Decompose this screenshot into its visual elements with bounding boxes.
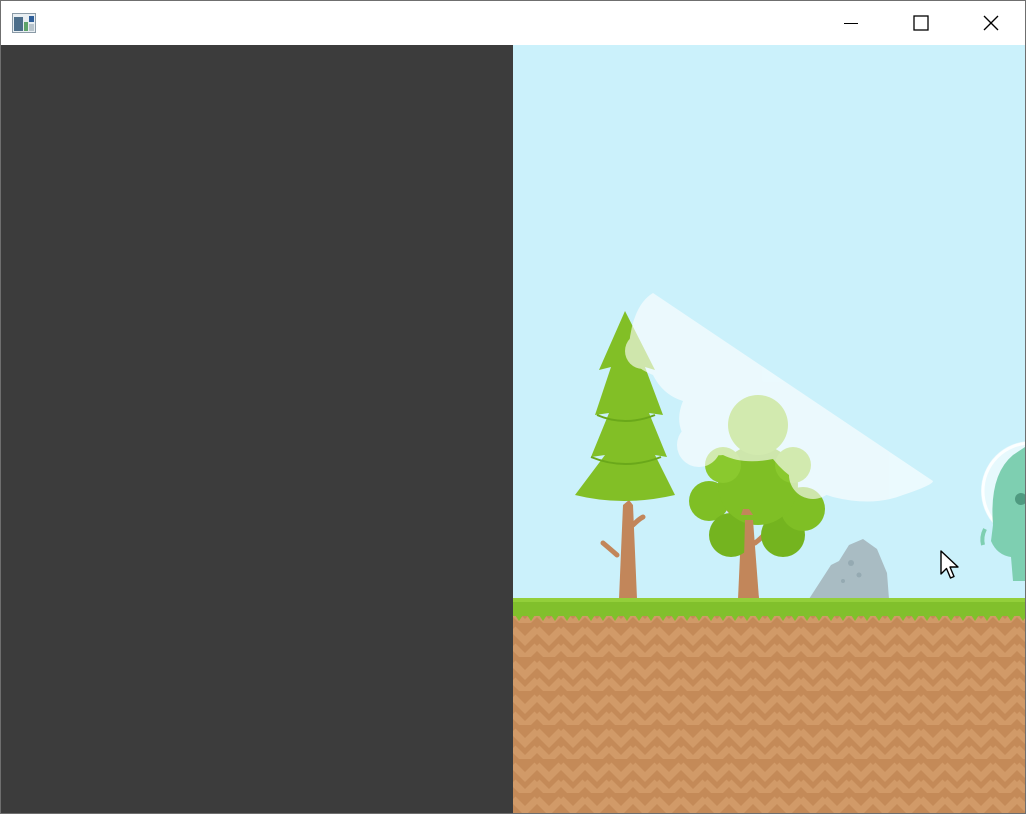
minimize-button[interactable] xyxy=(816,1,886,45)
app-icon xyxy=(12,13,36,33)
minimize-icon xyxy=(844,23,858,24)
arrow-cursor-icon xyxy=(940,550,959,579)
game-window xyxy=(0,0,1026,814)
game-viewport[interactable] xyxy=(513,45,1025,813)
left-pane xyxy=(1,45,513,813)
close-icon xyxy=(983,15,999,31)
maximize-button[interactable] xyxy=(886,1,956,45)
game-scene xyxy=(513,45,1025,813)
title-bar[interactable] xyxy=(1,1,1025,45)
dirt-ground xyxy=(513,612,1025,813)
maximize-icon xyxy=(913,15,929,31)
close-button[interactable] xyxy=(956,1,1026,45)
